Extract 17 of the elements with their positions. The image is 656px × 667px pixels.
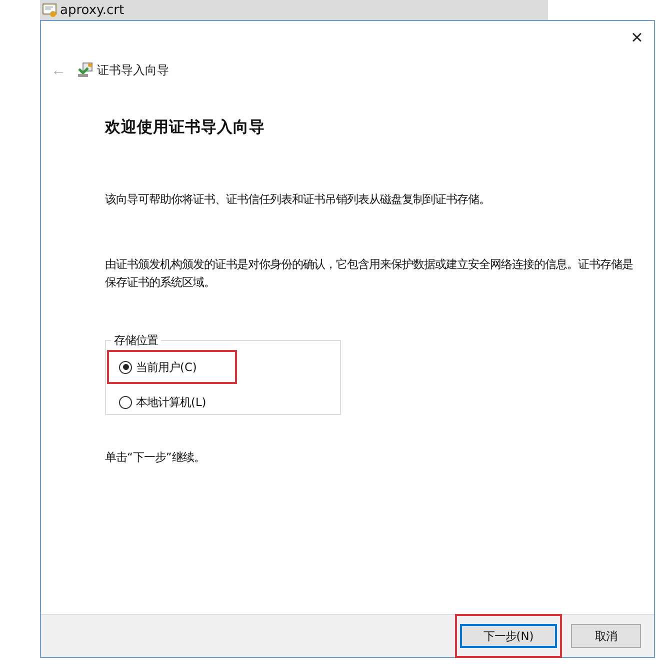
description-text: 该向导可帮助你将证书、证书信任列表和证书吊销列表从磁盘复制到证书存储。 [105,191,491,208]
certificate-wizard-icon [77,62,93,78]
wizard-title: 证书导入向导 [97,62,169,78]
description-text: 由证书颁发机构颁发的证书是对你身份的确认，它包含用来保护数据或建立安全网络连接的信息。证书存储是保存证书的系统区域。 [105,256,634,291]
hint-text: 单击“下一步”继续。 [105,449,206,466]
radio-button[interactable] [119,360,132,374]
next-button[interactable]: 下一步(N) [460,624,557,648]
heading: 欢迎使用证书导入向导 [105,117,266,138]
file-tab[interactable]: aproxy.crt [40,0,548,20]
close-button[interactable]: × [620,21,654,55]
group-label: 存储位置 [113,333,159,348]
radio-button[interactable] [119,396,132,408]
radio-option[interactable]: 本地计算机(L) [109,394,206,410]
certificate-icon [42,2,58,18]
cancel-button[interactable]: 取消 [571,624,641,648]
file-name: aproxy.crt [60,2,124,18]
radio-option[interactable]: 当前用户(C) [109,360,197,374]
